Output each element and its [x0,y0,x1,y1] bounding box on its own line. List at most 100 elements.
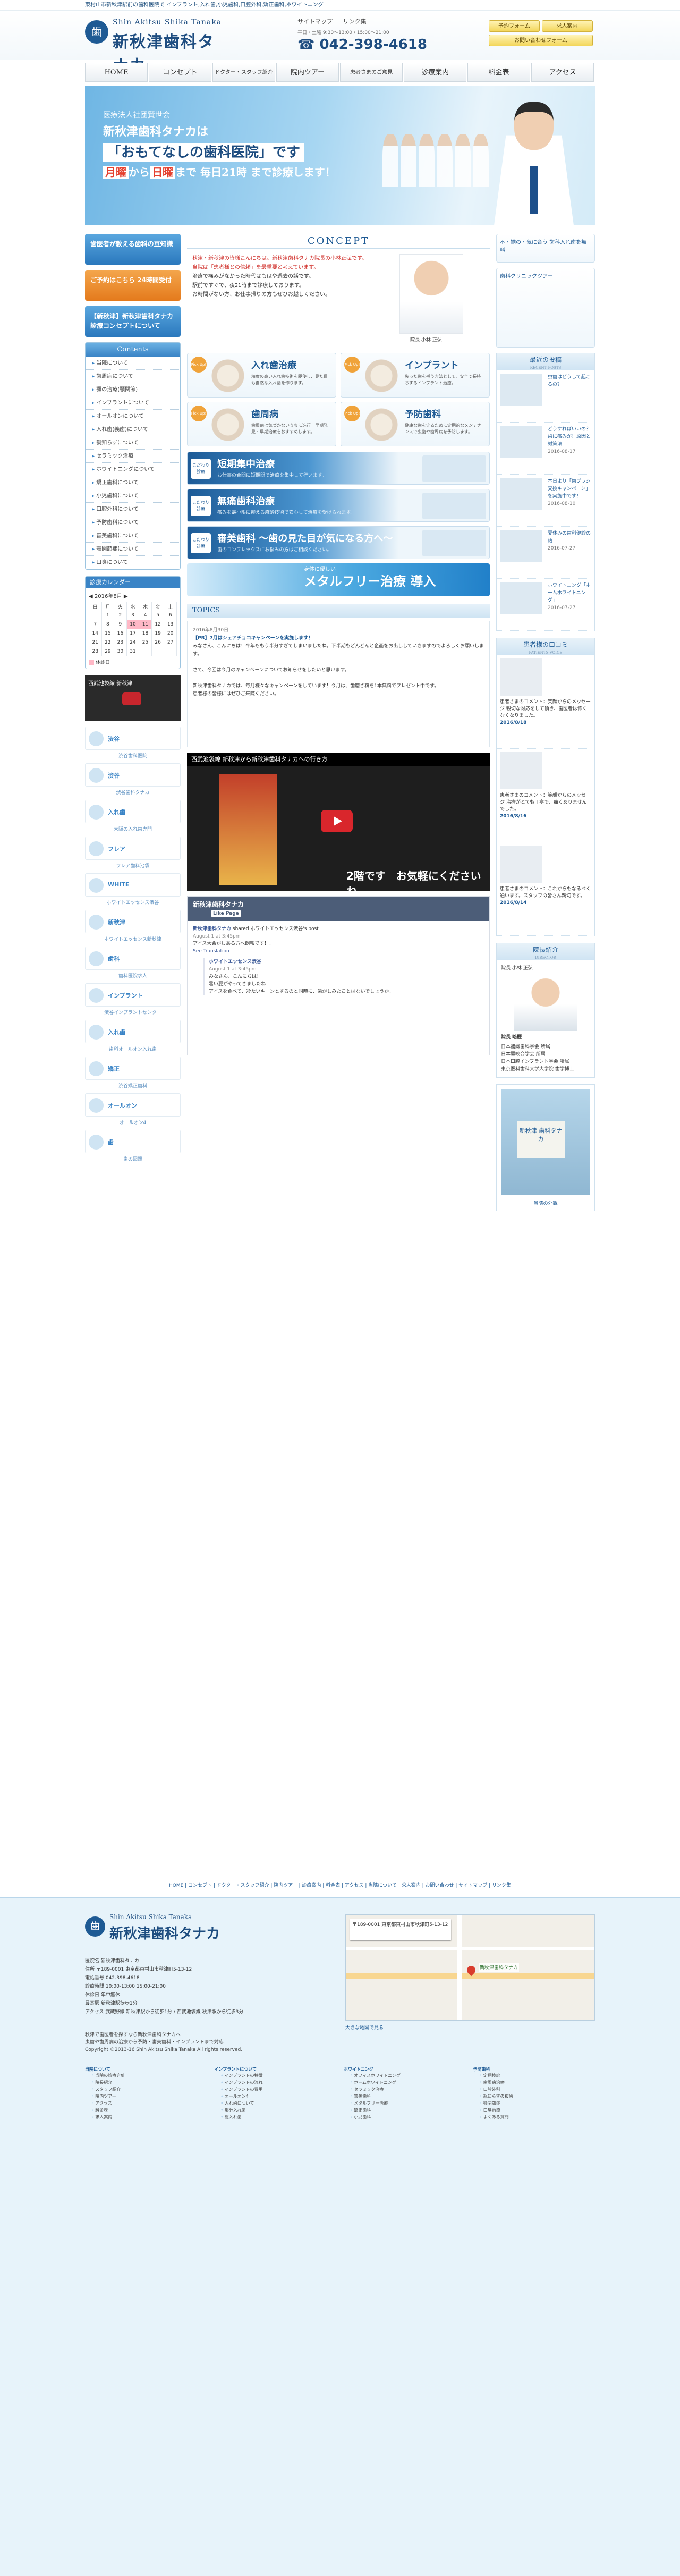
contents-menu-item[interactable]: 口腔外科について [86,503,180,516]
shared-author[interactable]: ホワイトエッセンス渋谷 [209,958,484,966]
banner-dental-trivia[interactable]: 歯医者が教える歯科の豆知識 [85,234,181,265]
calendar-day[interactable]: 8 [101,620,115,629]
calendar-day[interactable]: 4 [139,611,152,620]
contents-menu-item[interactable]: 審美歯科について [86,529,180,543]
feature-banner[interactable]: こだわり診療 無痛歯科治療 痛みを最小限に抑える麻酔技術で安心して治療を受けられます… [187,489,490,522]
calendar-day[interactable]: 11 [139,620,152,629]
site-logo[interactable]: 歯 Shin Akitsu Shika Tanaka 新秋津歯科タナカ [85,18,228,75]
related-site-banner[interactable]: 入れ歯 [85,1020,181,1043]
calendar-day[interactable]: 31 [126,647,140,656]
contents-menu-item[interactable]: 予防歯科について [86,516,180,529]
calendar-next-icon[interactable]: ▶ [122,594,128,599]
patient-voice[interactable]: 患者さまのコメント：笑顔からのメッセージ 治療がとても丁寧で、痛くありませんでし… [497,749,594,842]
topics-box[interactable]: 2016年8月30日 【PR】7月はシェアチョコキャンペーンを実施します！ みな… [187,621,490,747]
calendar-day[interactable]: 6 [164,611,177,620]
related-site-banner[interactable]: 矯正 [85,1057,181,1080]
related-site-caption[interactable]: ホワイトエッセンス新秋津 [85,935,181,942]
sitemap-link[interactable]: スタッフ紹介 [85,2086,207,2093]
recent-post[interactable]: どうすればいいの？ 歯に痛みが！原因と対策法 2016-08-17 [497,423,594,475]
calendar-day[interactable] [89,611,102,620]
calendar-day[interactable]: 28 [89,647,102,656]
nav-treatment[interactable]: 診療案内 [404,63,466,82]
sitemap-link[interactable]: 院長紹介 [85,2079,207,2086]
post-author[interactable]: 新秋津歯科タナカ [193,926,231,932]
bottom-link-bar[interactable]: HOME | コンセプト | ドクター・スタッフ紹介 | 院内ツアー | 診療案… [85,1881,595,1891]
contents-menu-item[interactable]: セラミック治療 [86,450,180,463]
sitemap-heading[interactable]: 当院について [85,2066,207,2072]
calendar-day[interactable] [139,647,152,656]
sitemap-link[interactable]: 料金表 [85,2107,207,2114]
play-icon[interactable] [122,692,141,705]
patient-voice[interactable]: 患者さまのコメント：笑顔からのメッセージ 親切な対応をして頂き、歯医者は怖くなく… [497,655,594,749]
feature-banner[interactable]: こだわり診療 審美歯科 ～歯の見た目が気になる方へ～ 歯のコンプレックスにお悩みの方… [187,526,490,559]
sitemap-link[interactable]: オフィスホワイトニング [344,2072,466,2079]
facebook-page-header[interactable]: 新秋津歯科タナカ Like Page [188,897,489,921]
contents-menu-item[interactable]: 顎関節症について [86,543,180,556]
calendar-day[interactable]: 12 [151,620,165,629]
sitemap-link[interactable]: インプラントの費用 [215,2086,337,2093]
contents-menu-item[interactable]: 口臭について [86,556,180,569]
calendar-day[interactable] [164,647,177,656]
sitemap-link[interactable]: 親知らずの抜歯 [473,2093,596,2100]
recent-post[interactable]: 虫歯はどうして起こるの？ [497,370,594,423]
patient-voice[interactable]: 患者さまのコメント：これからもなるべく通います。スタッフの皆さん親切です。 201… [497,842,594,936]
post-title[interactable]: 虫歯はどうして起こるの？ [548,374,591,388]
related-site-caption[interactable]: 歯の図鑑 [85,1155,181,1162]
sitemap-link[interactable]: 口腔外科 [473,2086,596,2093]
related-site-banner[interactable]: 新秋津 [85,910,181,933]
related-site-caption[interactable]: 渋谷歯科タナカ [85,789,181,796]
related-site-caption[interactable]: 渋谷矯正歯科 [85,1082,181,1089]
sitemap-link[interactable]: 矯正歯科 [344,2107,466,2114]
contents-menu-item[interactable]: 矯正歯科について [86,476,180,489]
links-link[interactable]: リンク集 [343,18,367,25]
recent-post[interactable]: 本日より「歯ブラシ交換キャンペーン」を実施中です！ 2016-08-10 [497,475,594,527]
contents-menu-item[interactable]: インプラントについて [86,396,180,410]
related-site-banner[interactable]: WHITE [85,873,181,897]
calendar-day[interactable]: 16 [114,629,127,638]
post-title[interactable]: ホワイトニング「ホームホワイトニング」 [548,582,591,604]
calendar-day[interactable]: 22 [101,638,115,647]
calendar-day[interactable]: 27 [164,638,177,647]
banner-concept[interactable]: 【新秋津】新秋津歯科タナカ 診療コンセプトについて [85,306,181,337]
service-card[interactable]: Pick Up! 歯周病 歯周病は気づかないうちに進行。早期発見・早期治療をおすすめ… [187,402,336,446]
related-site-caption[interactable]: 歯科医院求人 [85,972,181,979]
calendar-day[interactable]: 13 [164,620,177,629]
calendar-day[interactable]: 26 [151,638,165,647]
related-site-banner[interactable]: 歯 [85,1130,181,1153]
calendar-day[interactable]: 29 [101,647,115,656]
contents-menu-item[interactable]: 小児歯科について [86,489,180,503]
right-banner-tour[interactable]: 歯科クリニックツアー [496,268,595,348]
calendar-day[interactable]: 18 [139,629,152,638]
sitemap-link[interactable]: 院内ツアー [85,2093,207,2100]
calendar-day[interactable]: 10 [126,620,140,629]
contents-menu-item[interactable]: 親知らずについて [86,436,180,450]
related-site-banner[interactable]: 渋谷 [85,727,181,750]
post-title[interactable]: 本日より「歯ブラシ交換キャンペーン」を実施中です！ [548,478,591,500]
sidebar-video[interactable]: 西武池袋線 新秋津 [85,675,181,721]
related-site-caption[interactable]: 渋谷歯科医院 [85,752,181,759]
sitemap-link[interactable]: 入れ歯について [215,2100,337,2107]
like-page-button[interactable]: Like Page [211,910,241,917]
sitemap-link[interactable]: オールオン4 [215,2093,337,2100]
google-map[interactable]: 〒189-0001 東京都東村山市秋津町5-13-12 新秋津歯科タナカ [345,1914,595,2021]
sitemap-heading[interactable]: インプラントについて [215,2066,337,2072]
sitemap-link[interactable]: セラミック治療 [344,2086,466,2093]
sitemap-link[interactable]: 小児歯科 [344,2114,466,2121]
contents-menu-item[interactable]: ホワイトニングについて [86,463,180,476]
feature-banner[interactable]: こだわり診療 短期集中治療 お仕事の合間に短期間で治療を集中して行います。 [187,452,490,485]
calendar-day[interactable]: 2 [114,611,127,620]
nav-home[interactable]: HOME [85,63,148,82]
see-translation-link[interactable]: See Translation [193,948,484,955]
sitemap-link[interactable]: 口臭治療 [473,2107,596,2114]
related-site-caption[interactable]: オールオン4 [85,1119,181,1126]
service-card[interactable]: Pick Up! インプラント 失った歯を補う方法として、安全で長持ちするインプラン… [341,353,490,398]
sitemap-link[interactable]: インプラントの流れ [215,2079,337,2086]
calendar-day[interactable]: 30 [114,647,127,656]
related-site-caption[interactable]: 歯科オールオン入れ歯 [85,1045,181,1052]
calendar-day[interactable]: 20 [164,629,177,638]
sitemap-link[interactable]: アクセス [85,2100,207,2107]
calendar-day[interactable]: 14 [89,629,102,638]
sitemap-link[interactable]: メタルフリー治療 [344,2100,466,2107]
banner-reservation[interactable]: ご予約はこちら 24時間受付 [85,270,181,301]
calendar-day[interactable]: 25 [139,638,152,647]
